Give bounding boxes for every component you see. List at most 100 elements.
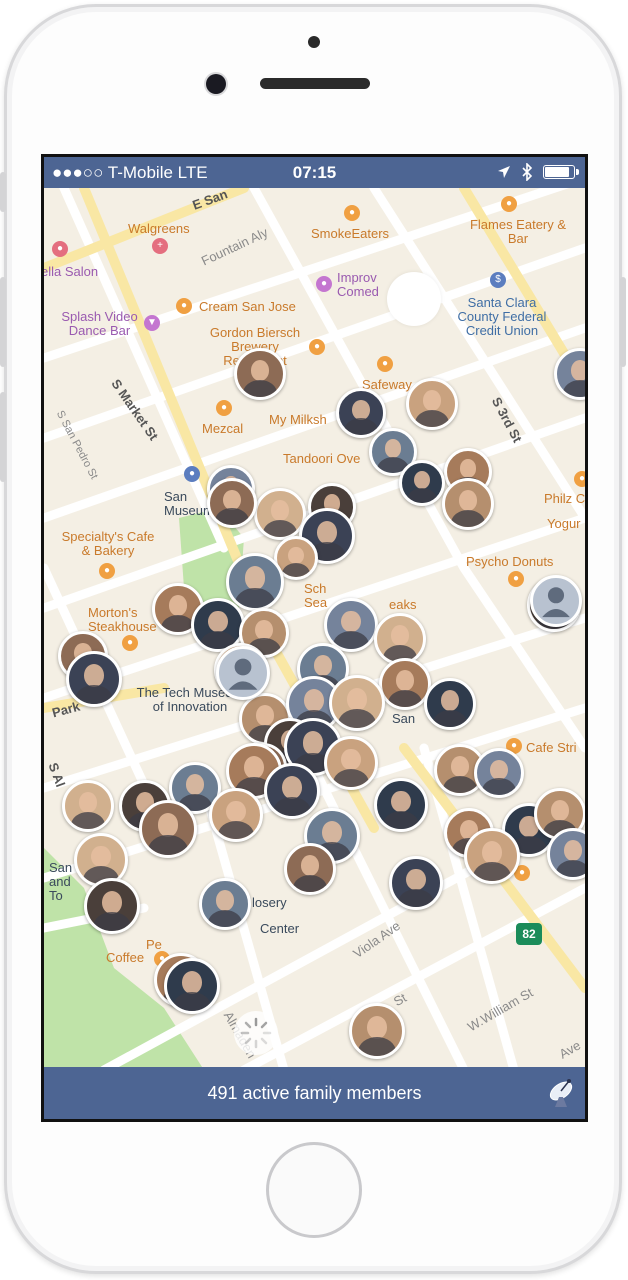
avatar-face [78, 792, 98, 813]
default-avatar-icon[interactable] [216, 646, 270, 700]
member-avatar[interactable] [374, 778, 428, 832]
member-avatar[interactable] [389, 856, 443, 910]
avatar-face [391, 790, 411, 813]
member-avatar[interactable] [324, 736, 378, 790]
status-icons [497, 163, 579, 181]
avatar-body [332, 768, 370, 787]
avatar-face [244, 566, 266, 590]
member-avatar[interactable] [336, 388, 386, 438]
place-label: eaks [389, 597, 417, 612]
avatar-face [390, 625, 410, 646]
place-label: Cafe Stri [526, 740, 577, 755]
active-members-count: 491 active family members [207, 1083, 422, 1103]
bottom-bar: 491 active family members [44, 1067, 585, 1119]
avatar-face [182, 971, 202, 994]
member-avatar[interactable] [199, 878, 251, 930]
place-label: San Museum [164, 489, 214, 518]
member-avatar[interactable] [329, 675, 385, 731]
member-avatar[interactable] [284, 843, 336, 895]
avatar-face [300, 855, 320, 876]
avatar-face [208, 610, 228, 633]
salon-pin-icon[interactable]: ● [52, 241, 68, 257]
avatar-face [157, 813, 179, 837]
museum-pin-icon[interactable]: ● [184, 466, 200, 482]
icecream-pin-icon[interactable]: ● [176, 298, 192, 314]
earpiece-speaker [260, 78, 370, 89]
bluetooth-icon [522, 163, 533, 181]
restaurant-pin-icon[interactable]: ● [122, 635, 138, 651]
avatar-face [317, 521, 337, 544]
avatar-face [482, 841, 502, 864]
avatar-face [302, 731, 324, 755]
member-avatar[interactable] [464, 828, 520, 884]
satellite-dish-icon[interactable] [545, 1077, 577, 1109]
member-avatar[interactable] [209, 788, 263, 842]
avatar-face [322, 821, 342, 844]
default-avatar-icon[interactable] [530, 575, 582, 627]
avatar-face [367, 1016, 387, 1039]
theater-pin-icon[interactable]: ● [316, 276, 332, 292]
member-avatar[interactable] [424, 678, 476, 730]
member-avatar[interactable] [139, 800, 197, 858]
avatar-face [84, 664, 104, 687]
place-label: Yogur [547, 516, 581, 531]
member-avatar[interactable] [207, 478, 257, 528]
avatar-body [273, 797, 311, 816]
avatar-body [338, 709, 376, 728]
member-avatar[interactable] [234, 348, 286, 400]
place-label: losery [252, 895, 287, 910]
restaurant-pin-icon[interactable]: ● [309, 339, 325, 355]
member-avatar[interactable] [66, 651, 122, 707]
member-avatar[interactable] [264, 763, 320, 819]
avatar-body [215, 508, 249, 525]
member-avatar[interactable] [84, 878, 140, 934]
place-label: Center [260, 921, 300, 936]
place-label: Walgreens [128, 221, 190, 236]
map-view[interactable]: ● + ● ● ● ● ▼ $ ● ● ● ● ● ● ● ● ● ● ● 82… [44, 188, 585, 1070]
location-arrow-icon [498, 166, 510, 178]
place-label: ella Salon [44, 264, 99, 279]
avatar-face [422, 390, 442, 411]
screen: ●●●○○ T-Mobile LTE 07:15 ● + ● ● ● ● ▼ $… [41, 154, 588, 1122]
place-label: San [392, 711, 416, 726]
grocery-pin-icon[interactable]: ● [377, 356, 393, 372]
member-avatar[interactable] [374, 613, 426, 665]
cafe-pin-icon[interactable]: ● [574, 471, 585, 487]
member-avatar[interactable] [442, 478, 494, 530]
volume-down-button [0, 392, 6, 482]
power-button [620, 277, 626, 367]
restaurant-pin-icon[interactable]: ● [344, 205, 360, 221]
member-avatar[interactable] [474, 748, 524, 798]
pharmacy-pin-icon[interactable]: + [152, 238, 168, 254]
member-avatar[interactable] [226, 553, 284, 611]
avatar-body [406, 487, 438, 503]
avatar-face [223, 489, 241, 510]
restaurant-pin-icon[interactable]: ● [501, 196, 517, 212]
avatar-body [344, 418, 378, 435]
place-label: Coffee [106, 950, 145, 965]
avatar-face [255, 619, 273, 640]
place-label: SmokeEaters [311, 226, 390, 241]
member-avatar[interactable] [62, 780, 114, 832]
status-bar: ●●●○○ T-Mobile LTE 07:15 [44, 157, 585, 188]
home-button[interactable] [266, 1142, 362, 1238]
avatar-face [570, 360, 585, 381]
avatar-face [450, 756, 470, 777]
member-avatar[interactable] [349, 1003, 405, 1059]
restaurant-pin-icon[interactable]: ● [216, 400, 232, 416]
bank-pin-icon[interactable]: $ [490, 272, 506, 288]
place-label: Mezcal [202, 421, 244, 436]
member-avatar[interactable] [164, 958, 220, 1014]
avatar-body [281, 562, 311, 577]
member-avatar[interactable] [406, 378, 458, 430]
avatar-face [185, 774, 205, 795]
cafe-pin-icon[interactable]: ● [508, 571, 524, 587]
avatar-face [384, 439, 402, 459]
place-label: Philz C [544, 491, 585, 506]
avatar-body [414, 409, 450, 427]
cafe-pin-icon[interactable]: ● [99, 563, 115, 579]
avatar-face [215, 890, 235, 911]
member-avatar[interactable] [399, 460, 445, 506]
avatar-body [387, 689, 423, 707]
avatar-body [397, 888, 435, 907]
